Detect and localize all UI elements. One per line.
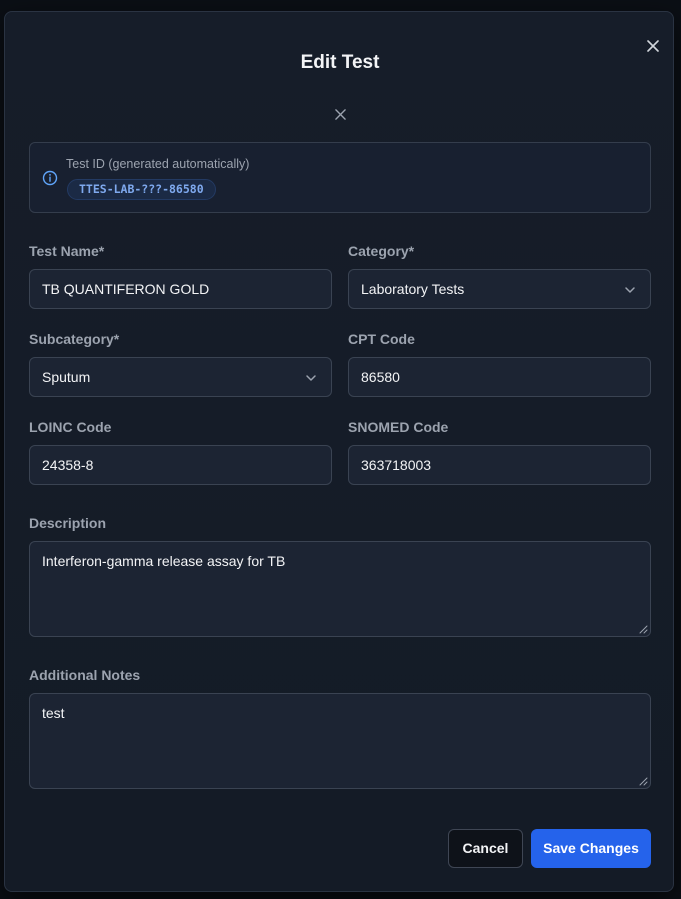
close-icon (647, 40, 659, 52)
test-name-label: Test Name* (29, 243, 105, 259)
subcategory-label: Subcategory* (29, 331, 120, 347)
subcategory-value: Sputum (42, 369, 91, 385)
dismiss-button[interactable] (332, 106, 348, 122)
description-textarea[interactable]: Interferon-gamma release assay for TB (29, 541, 651, 637)
description-label: Description (29, 515, 107, 531)
category-select[interactable]: Laboratory Tests (348, 269, 651, 309)
notes-label: Additional Notes (29, 667, 141, 683)
notes-value: test (42, 705, 65, 721)
resize-handle-icon[interactable] (639, 625, 648, 634)
test-id-panel: Test ID (generated automatically) TTES-L… (29, 142, 651, 213)
edit-test-dialog: Edit Test Test ID (generated automatical… (4, 11, 674, 892)
subcategory-select[interactable]: Sputum (29, 357, 332, 397)
test-id-badge: TTES-LAB-???-86580 (67, 179, 216, 200)
loinc-code-label: LOINC Code (29, 419, 112, 435)
close-icon (334, 108, 346, 120)
chevron-down-icon (306, 375, 316, 381)
category-label: Category* (348, 243, 415, 259)
loinc-code-input[interactable]: 24358-8 (29, 445, 332, 485)
test-name-input[interactable]: TB QUANTIFERON GOLD (29, 269, 332, 309)
test-id-label: Test ID (generated automatically) (66, 157, 250, 171)
category-value: Laboratory Tests (361, 281, 465, 297)
info-icon (42, 170, 58, 186)
snomed-code-input[interactable]: 363718003 (348, 445, 651, 485)
cpt-code-label: CPT Code (348, 331, 415, 347)
chevron-down-icon (625, 287, 635, 293)
dialog-title: Edit Test (300, 52, 380, 73)
snomed-code-label: SNOMED Code (348, 419, 449, 435)
notes-textarea[interactable]: test (29, 693, 651, 789)
cpt-code-input[interactable]: 86580 (348, 357, 651, 397)
cancel-button[interactable]: Cancel (448, 829, 523, 868)
description-value: Interferon-gamma release assay for TB (42, 553, 286, 569)
save-changes-button[interactable]: Save Changes (531, 829, 651, 868)
resize-handle-icon[interactable] (639, 777, 648, 786)
